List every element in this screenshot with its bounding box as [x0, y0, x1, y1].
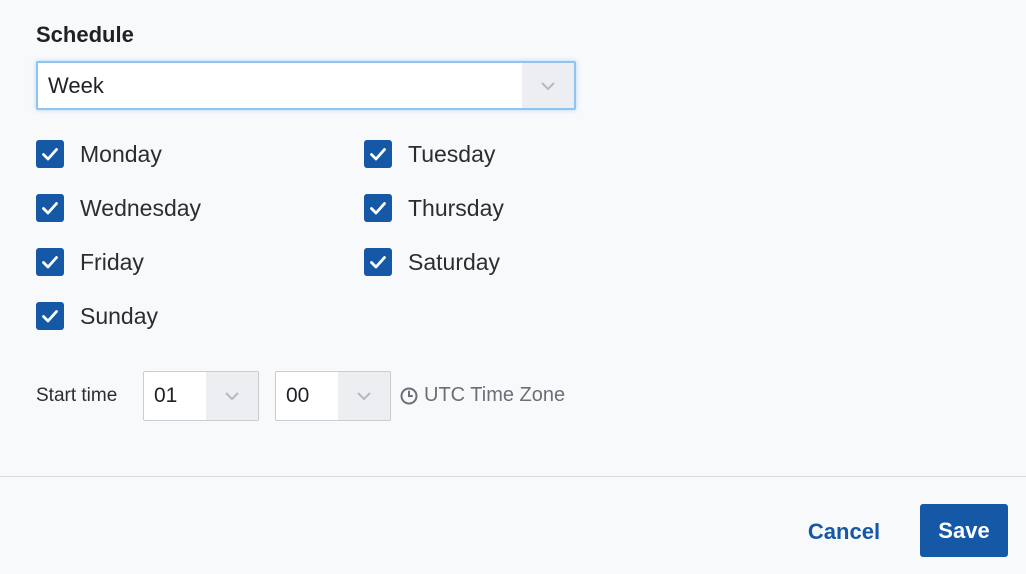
saturday-label: Saturday — [408, 248, 501, 275]
clock-icon — [400, 387, 418, 404]
checkmark-icon — [370, 256, 386, 269]
thursday-checkbox[interactable] — [364, 194, 392, 222]
day-option-thursday[interactable]: Thursday — [364, 193, 504, 223]
start-time-label: Start time — [36, 385, 118, 406]
day-option-friday[interactable]: Friday — [36, 247, 144, 277]
day-option-sunday[interactable]: Sunday — [36, 301, 158, 331]
thursday-label: Thursday — [408, 194, 504, 221]
checkmark-icon — [42, 148, 58, 161]
sunday-label: Sunday — [80, 302, 159, 329]
friday-label: Friday — [80, 248, 144, 275]
sunday-checkbox[interactable] — [36, 302, 64, 330]
start-hour-dropdown-toggle[interactable] — [206, 372, 258, 420]
checkmark-icon — [42, 310, 58, 323]
timezone-label: UTC Time Zone — [424, 384, 566, 406]
start-minute-select[interactable]: 00 — [275, 371, 391, 421]
day-option-saturday[interactable]: Saturday — [364, 247, 500, 277]
chevron-down-icon — [225, 392, 239, 401]
friday-checkbox[interactable] — [36, 248, 64, 276]
save-button[interactable]: Save — [920, 504, 1008, 557]
monday-checkbox[interactable] — [36, 140, 64, 168]
day-option-wednesday[interactable]: Wednesday — [36, 193, 201, 223]
tuesday-checkbox[interactable] — [364, 140, 392, 168]
checkmark-icon — [42, 256, 58, 269]
schedule-frequency-value: Week — [48, 73, 104, 98]
schedule-frequency-dropdown-toggle[interactable] — [522, 63, 574, 108]
cancel-button[interactable]: Cancel — [796, 506, 892, 558]
schedule-frequency-select[interactable]: Week — [36, 61, 576, 110]
day-option-tuesday[interactable]: Tuesday — [364, 139, 495, 169]
start-minute-value: 00 — [286, 384, 310, 407]
checkmark-icon — [370, 148, 386, 161]
day-option-monday[interactable]: Monday — [36, 139, 162, 169]
wednesday-checkbox[interactable] — [36, 194, 64, 222]
start-hour-value: 01 — [154, 384, 178, 407]
timezone-note: UTC Time Zone — [400, 384, 565, 407]
footer-divider — [0, 476, 1026, 477]
schedule-title: Schedule — [36, 22, 134, 47]
monday-label: Monday — [80, 140, 162, 167]
checkmark-icon — [42, 202, 58, 215]
start-hour-select[interactable]: 01 — [143, 371, 259, 421]
chevron-down-icon — [541, 81, 555, 90]
checkmark-icon — [370, 202, 386, 215]
start-minute-dropdown-toggle[interactable] — [338, 372, 390, 420]
tuesday-label: Tuesday — [408, 140, 496, 167]
schedule-dialog: Schedule Week Monday Tuesday Wednesday T… — [0, 0, 1026, 574]
chevron-down-icon — [357, 392, 371, 401]
saturday-checkbox[interactable] — [364, 248, 392, 276]
wednesday-label: Wednesday — [80, 194, 202, 221]
